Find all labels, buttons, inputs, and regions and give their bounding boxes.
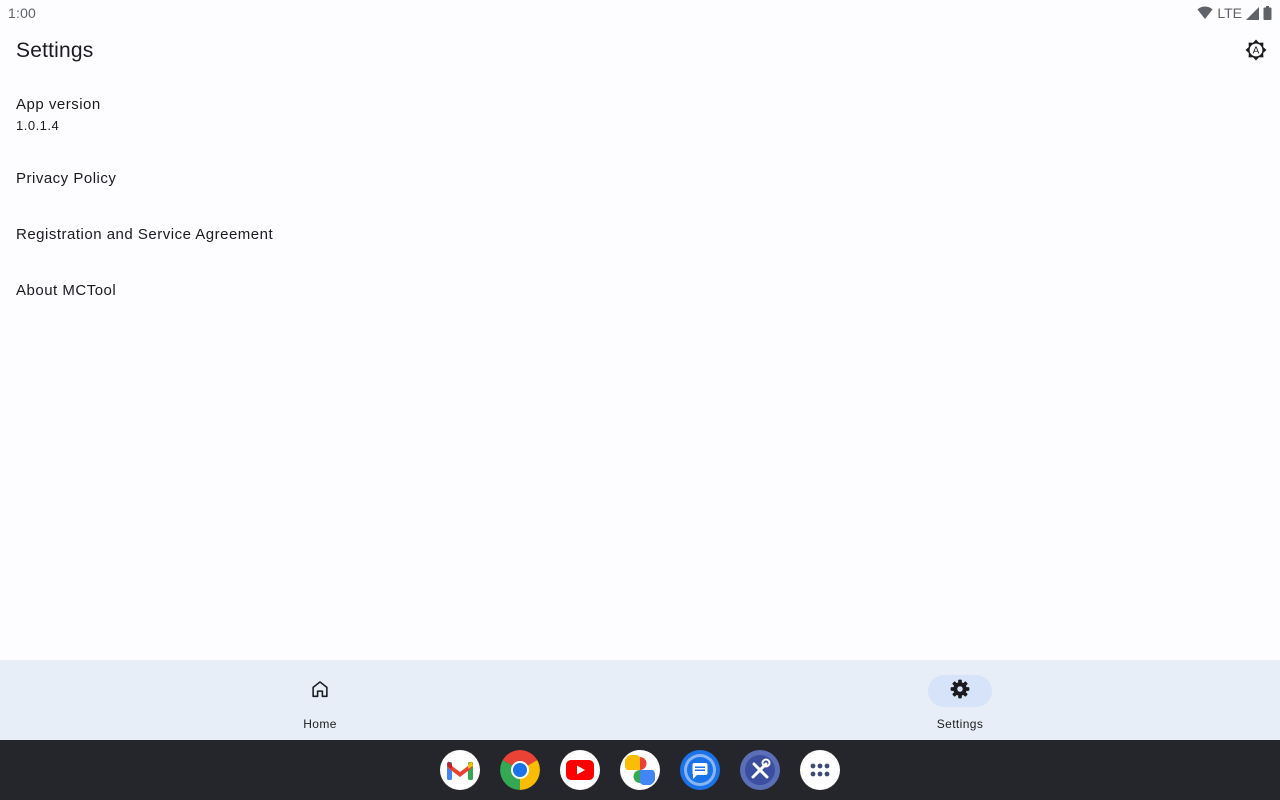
home-icon [309,678,331,705]
youtube-icon[interactable] [560,750,600,790]
setting-title: Registration and Service Agreement [16,226,274,243]
nav-label: Settings [936,717,984,731]
setting-subtitle: 1.0.1.4 [16,118,60,133]
setting-title: App version [16,96,101,113]
nav-item-settings[interactable]: Settings [890,660,1030,740]
setting-item-privacy-policy[interactable]: Privacy Policy [0,170,1280,187]
battery-icon [1263,6,1272,20]
chrome-icon[interactable] [500,750,540,790]
nav-label: Home [303,717,337,731]
messages-icon[interactable] [680,750,720,790]
top-app-bar: Settings A [0,26,1280,78]
theme-toggle-button[interactable]: A [1240,36,1272,68]
nav-item-home[interactable]: Home [250,660,390,740]
app-dock [440,750,840,790]
page-title: Settings [16,39,94,62]
status-bar: 1:00 LTE [0,0,1280,26]
setting-item-about[interactable]: About MCTool [0,282,1280,299]
network-type-label: LTE [1217,5,1242,21]
photos-icon[interactable] [620,750,660,790]
setting-item-app-version[interactable]: App version 1.0.1.4 [0,96,1280,133]
status-time: 1:00 [8,5,37,21]
bottom-navigation-bar: Home Settings [0,660,1280,740]
gmail-icon[interactable] [440,750,480,790]
setting-title: About MCTool [16,282,117,299]
nav-indicator [288,675,352,707]
app-drawer-icon[interactable] [800,750,840,790]
brightness-auto-icon: A [1244,38,1268,67]
svg-text:A: A [1253,45,1260,56]
nav-active-indicator [928,675,992,707]
setting-item-registration-agreement[interactable]: Registration and Service Agreement [0,226,1280,243]
taskbar [0,740,1280,800]
setting-title: Privacy Policy [16,170,117,187]
status-icons: LTE [1197,5,1272,21]
wifi-icon [1197,6,1213,20]
mctool-icon[interactable] [740,750,780,790]
gear-icon [949,678,971,705]
signal-icon [1246,6,1259,20]
